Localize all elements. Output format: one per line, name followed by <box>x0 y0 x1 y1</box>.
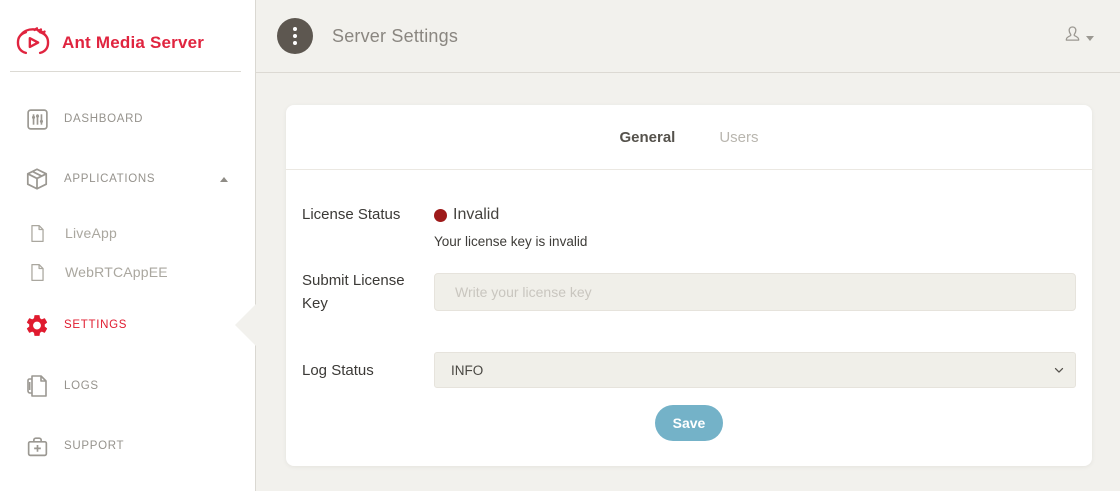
tab-general[interactable]: General <box>619 129 675 146</box>
sidebar-item-label: SUPPORT <box>64 440 124 452</box>
sidebar-item-label: WebRTCAppEE <box>65 264 168 280</box>
sidebar-item-dashboard[interactable]: DASHBOARD <box>0 99 255 139</box>
settings-form: License Status Invalid Your license key … <box>286 206 1092 441</box>
page-header: Server Settings <box>256 0 1120 73</box>
tab-users[interactable]: Users <box>719 129 758 146</box>
kebab-menu-button[interactable] <box>277 18 313 54</box>
kebab-menu-icon <box>293 27 297 31</box>
first-aid-icon <box>24 434 50 459</box>
file-icon <box>28 224 46 243</box>
page-title: Server Settings <box>332 26 458 47</box>
license-status-description: Your license key is invalid <box>434 234 1076 249</box>
chevron-down-icon <box>1086 36 1094 41</box>
license-status-label: License Status <box>302 206 434 249</box>
user-icon <box>1062 23 1083 50</box>
user-menu[interactable] <box>1062 23 1094 50</box>
sidebar-item-settings[interactable]: SETTINGS <box>0 305 255 345</box>
sidebar-item-liveapp[interactable]: LiveApp <box>0 213 255 253</box>
license-key-input[interactable] <box>434 273 1076 311</box>
save-button[interactable]: Save <box>655 405 724 441</box>
package-icon <box>24 166 50 192</box>
sidebar-item-label: LOGS <box>64 380 99 392</box>
sidebar-divider <box>10 71 241 72</box>
active-item-notch <box>235 303 257 347</box>
main-area: Server Settings General Users License St… <box>256 0 1120 491</box>
chevron-up-icon[interactable] <box>220 177 228 182</box>
sidebar-item-label: DASHBOARD <box>64 113 143 125</box>
sidebar-item-logs[interactable]: LOGS <box>0 366 255 406</box>
server-settings-card: General Users License Status Invalid You… <box>286 105 1092 466</box>
license-status-row: License Status Invalid Your license key … <box>302 206 1076 249</box>
log-file-icon <box>24 373 50 399</box>
sidebar-item-label: SETTINGS <box>64 319 127 331</box>
log-status-row: Log Status INFO <box>302 352 1076 388</box>
sidebar-item-label: APPLICATIONS <box>64 173 155 185</box>
file-icon <box>28 263 46 282</box>
brand-name: Ant Media Server <box>62 33 204 53</box>
sidebar-item-support[interactable]: SUPPORT <box>0 426 255 466</box>
log-status-select[interactable]: INFO <box>434 352 1076 388</box>
submit-license-label: Submit License Key <box>302 269 434 315</box>
gear-icon <box>24 312 50 339</box>
sidebar-item-label: LiveApp <box>65 225 117 241</box>
sidebar-item-webrtcappee[interactable]: WebRTCAppEE <box>0 252 255 292</box>
sidebar-item-applications[interactable]: APPLICATIONS <box>0 159 255 199</box>
ant-media-logo-icon <box>14 22 52 65</box>
brand[interactable]: Ant Media Server <box>0 0 255 70</box>
submit-license-row: Submit License Key <box>302 269 1076 315</box>
log-status-label: Log Status <box>302 362 434 379</box>
settings-tabs: General Users <box>286 105 1092 170</box>
sidebar: Ant Media Server DASHBOARD APPLICATIONS <box>0 0 256 491</box>
sliders-icon <box>24 107 50 132</box>
license-status-value: Invalid <box>434 206 1076 224</box>
status-dot-icon <box>434 209 447 222</box>
